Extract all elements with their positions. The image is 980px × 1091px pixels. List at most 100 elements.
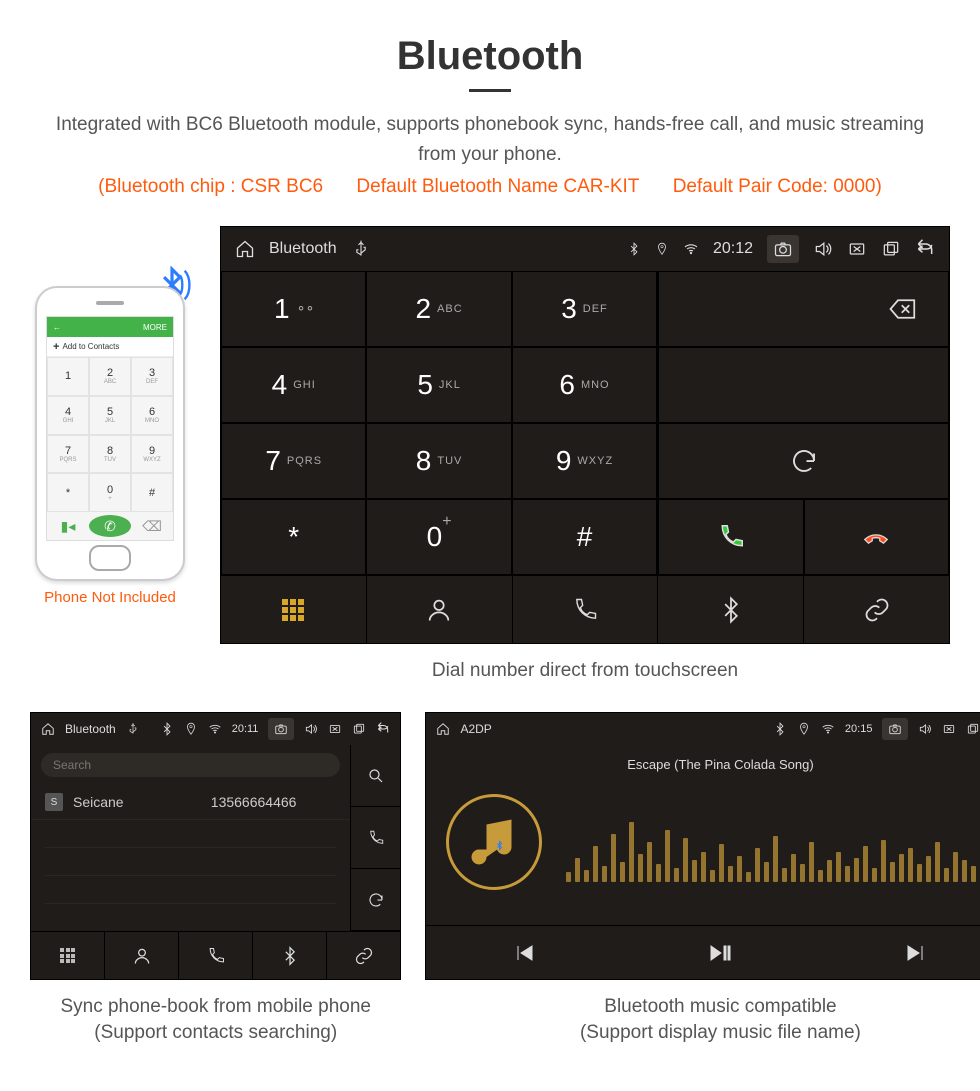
volume-icon[interactable] — [813, 239, 833, 259]
volume-icon[interactable] — [304, 722, 318, 736]
dialer-screen: Bluetooth 20:12 1⚬⚬2ABC3DEF4GHI5JKL6MNO7… — [220, 226, 950, 644]
music-screen: A2DP 20:15 Escape (The Pina Colada Song) — [425, 712, 980, 980]
contact-number: 13566664466 — [211, 794, 337, 810]
bluetooth-status-icon — [160, 722, 174, 736]
dial-key-9[interactable]: 9WXYZ — [512, 423, 657, 499]
phone-topbar: ← MORE — [47, 317, 173, 337]
dial-key-#[interactable]: # — [512, 499, 657, 575]
play-pause-button[interactable] — [708, 941, 732, 965]
dial-key-5[interactable]: 5JKL — [366, 347, 511, 423]
tab-dialpad[interactable] — [31, 932, 105, 979]
contacts-search-button[interactable] — [351, 745, 400, 807]
phone-key: 0+ — [89, 473, 131, 512]
back-icon[interactable] — [915, 239, 935, 259]
usb-icon — [126, 722, 140, 736]
contacts-time: 20:11 — [232, 723, 259, 735]
dial-key-6[interactable]: 6MNO — [512, 347, 657, 423]
tab-contacts[interactable] — [105, 932, 179, 979]
contacts-screen: Bluetooth 20:11 Search S Seicane — [30, 712, 401, 980]
recent-apps-icon[interactable] — [352, 722, 366, 736]
close-screen-icon[interactable] — [847, 239, 867, 259]
phone-key: # — [131, 473, 173, 512]
tab-pair[interactable] — [804, 576, 949, 643]
phone-add-contacts: Add to Contacts — [47, 337, 173, 357]
phone-key: 1 — [47, 357, 89, 396]
phone-key: 5JKL — [89, 396, 131, 435]
recent-apps-icon[interactable] — [881, 239, 901, 259]
contact-name: Seicane — [73, 794, 124, 810]
dial-key-3[interactable]: 3DEF — [512, 271, 657, 347]
phone-caption: Phone Not Included — [30, 589, 190, 606]
music-note-icon — [464, 812, 524, 872]
dial-key-1[interactable]: 1⚬⚬ — [221, 271, 366, 347]
spec-chip: (Bluetooth chip : CSR BC6 — [98, 176, 323, 197]
phone-back-icon: ← — [53, 323, 61, 332]
recent-apps-icon[interactable] — [966, 722, 980, 736]
next-track-button[interactable] — [904, 941, 928, 965]
tab-contacts[interactable] — [367, 576, 513, 643]
phone-key: 9WXYZ — [131, 435, 173, 474]
tab-bluetooth[interactable] — [658, 576, 804, 643]
phone-key: 4GHI — [47, 396, 89, 435]
phone-key: 2ABC — [89, 357, 131, 396]
location-icon — [655, 242, 669, 256]
tab-pair[interactable] — [327, 932, 400, 979]
phone-key: * — [47, 473, 89, 512]
hangup-button[interactable] — [804, 499, 949, 575]
tab-calllog[interactable] — [513, 576, 659, 643]
location-icon — [184, 722, 198, 736]
call-button[interactable] — [658, 499, 803, 575]
dial-key-0[interactable]: 0+ — [366, 499, 511, 575]
camera-icon[interactable] — [767, 235, 799, 263]
contacts-search-input[interactable]: Search — [41, 753, 340, 777]
dial-key-8[interactable]: 8TUV — [366, 423, 511, 499]
refresh-button[interactable] — [658, 423, 949, 499]
close-screen-icon[interactable] — [942, 722, 956, 736]
location-icon — [797, 722, 811, 736]
tab-dialpad[interactable] — [221, 576, 367, 643]
spec-code: Default Pair Code: 0000) — [673, 176, 882, 197]
phone-video-icon: ▮◂ — [47, 512, 89, 540]
contacts-call-button[interactable] — [351, 807, 400, 869]
dial-key-*[interactable]: * — [221, 499, 366, 575]
phone-dialpad: 12ABC3DEF 4GHI5JKL6MNO 7PQRS8TUV9WXYZ *0+# — [47, 357, 173, 512]
dial-key-7[interactable]: 7PQRS — [221, 423, 366, 499]
close-screen-icon[interactable] — [328, 722, 342, 736]
tab-calllog[interactable] — [179, 932, 253, 979]
dial-key-2[interactable]: 2ABC — [366, 271, 511, 347]
backspace-button[interactable] — [658, 271, 949, 347]
contact-empty-rows — [31, 820, 350, 904]
home-icon[interactable] — [41, 722, 55, 736]
spec-name: Default Bluetooth Name CAR-KIT — [356, 176, 639, 197]
volume-icon[interactable] — [918, 722, 932, 736]
phone-illustration: ← MORE Add to Contacts 12ABC3DEF 4GHI5JKL… — [35, 286, 185, 581]
back-icon[interactable] — [376, 722, 390, 736]
bluetooth-status-icon — [627, 242, 641, 256]
contact-row[interactable]: S Seicane 13566664466 — [31, 785, 350, 820]
page-title: Bluetooth — [0, 34, 980, 79]
phone-key: 3DEF — [131, 357, 173, 396]
prev-track-button[interactable] — [512, 941, 536, 965]
dial-empty-1 — [658, 347, 949, 423]
camera-icon[interactable] — [268, 718, 294, 740]
contact-badge: S — [45, 793, 63, 811]
home-icon[interactable] — [436, 722, 450, 736]
wifi-icon — [683, 241, 699, 257]
music-time: 20:15 — [845, 723, 873, 735]
phone-dial-button: ✆ — [89, 512, 131, 540]
dialer-caption: Dial number direct from touchscreen — [220, 658, 950, 684]
phone-key: 6MNO — [131, 396, 173, 435]
contacts-caption: Sync phone-book from mobile phone (Suppo… — [30, 994, 401, 1046]
spec-line: (Bluetooth chip : CSR BC6 Default Blueto… — [0, 176, 980, 198]
bluetooth-status-icon — [773, 722, 787, 736]
camera-icon[interactable] — [882, 718, 908, 740]
contacts-sync-button[interactable] — [351, 869, 400, 931]
dial-key-4[interactable]: 4GHI — [221, 347, 366, 423]
subtitle: Integrated with BC6 Bluetooth module, su… — [0, 110, 980, 170]
home-icon[interactable] — [235, 239, 255, 259]
phone-more-label: MORE — [143, 323, 167, 332]
phone-key: 8TUV — [89, 435, 131, 474]
album-art-ring — [446, 794, 542, 890]
tab-bluetooth[interactable] — [253, 932, 327, 979]
phone-key: 7PQRS — [47, 435, 89, 474]
